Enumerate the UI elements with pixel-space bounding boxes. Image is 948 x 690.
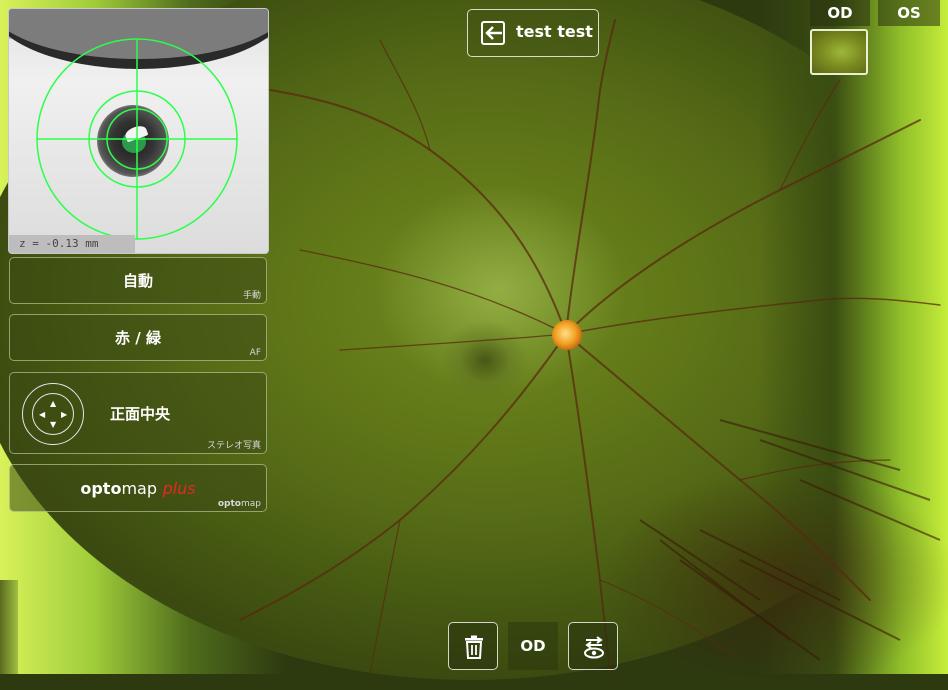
focus-mode-alt-label: 手動 xyxy=(242,291,261,301)
optomap-label-map: map xyxy=(121,479,157,498)
od-image-thumbnail[interactable] xyxy=(810,29,868,75)
current-eye-label: OD xyxy=(508,622,558,670)
arrow-right-icon: ▶ xyxy=(61,410,68,419)
optomap-label-opto: opto xyxy=(80,479,122,498)
eye-camera-preview: z = -0.13 mm xyxy=(8,8,269,254)
patient-exit-button[interactable]: test test xyxy=(467,9,599,57)
tab-od[interactable]: OD xyxy=(810,0,870,26)
color-mode-button[interactable]: 赤 / 緑 AF xyxy=(9,314,267,361)
focus-mode-label: 自動 xyxy=(122,272,153,290)
target-position-button[interactable]: ▲ ▼ ◀ ▶ 正面中央 ステレオ写真 xyxy=(9,372,267,454)
patient-name: test test xyxy=(516,22,593,41)
optomap-mode-button[interactable]: optomap plus optomap xyxy=(9,464,267,512)
alignment-reticle-icon xyxy=(36,38,238,240)
optomap-alt-label: optomap xyxy=(218,499,261,509)
optomap-alt-map: map xyxy=(241,499,261,509)
optomap-label-plus: plus xyxy=(162,479,196,498)
direction-pad-icon[interactable]: ▲ ▼ ◀ ▶ xyxy=(22,383,84,445)
exit-icon xyxy=(481,21,505,45)
delete-button[interactable] xyxy=(448,622,498,670)
z-depth-readout: z = -0.13 mm xyxy=(9,235,135,253)
eye-swap-icon xyxy=(584,636,604,659)
focus-mode-button[interactable]: 自動 手動 xyxy=(9,257,267,304)
tab-os[interactable]: OS xyxy=(878,0,940,26)
arrow-left-icon: ◀ xyxy=(39,410,46,419)
left-edge-lashes xyxy=(0,580,18,674)
switch-eye-button[interactable] xyxy=(568,622,618,670)
arrow-down-icon: ▼ xyxy=(50,420,57,429)
color-mode-label: 赤 / 緑 xyxy=(115,329,161,347)
arrow-up-icon: ▲ xyxy=(50,399,57,408)
target-position-alt-label: ステレオ写真 xyxy=(206,441,261,451)
color-mode-alt-label: AF xyxy=(249,348,261,358)
trash-icon xyxy=(465,635,483,659)
optomap-alt-opto: opto xyxy=(217,499,241,509)
target-position-label: 正面中央 xyxy=(110,405,171,423)
optomap-mode-label: optomap plus xyxy=(10,479,266,498)
optic-disc xyxy=(552,320,582,350)
